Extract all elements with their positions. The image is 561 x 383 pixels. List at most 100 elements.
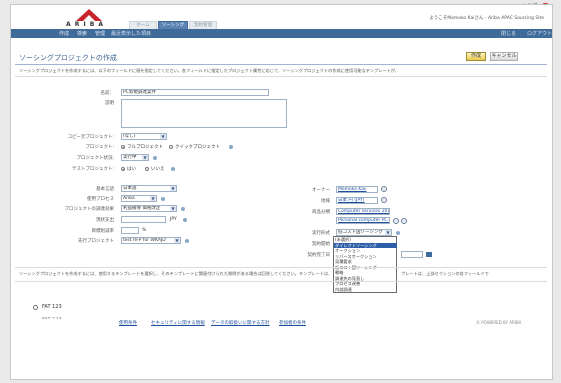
tab-home[interactable]: ホーム xyxy=(129,21,157,29)
radio-test-yes[interactable] xyxy=(121,167,125,171)
test-no-label: いいえ xyxy=(151,167,165,172)
full-project-label: フルプロジェクト xyxy=(127,145,163,150)
dropdown-option[interactable]: 内部調達 xyxy=(334,287,397,293)
create-button[interactable]: 作成 xyxy=(466,52,486,61)
target-input[interactable] xyxy=(121,227,139,234)
nav-close[interactable]: 閉じる xyxy=(501,30,516,37)
radio-full-project[interactable] xyxy=(121,145,125,149)
base-language-label: 基本言語 xyxy=(96,187,114,192)
execution-label: 実行形式 xyxy=(312,231,330,236)
info-icon[interactable] xyxy=(183,218,187,222)
copy-select[interactable]: (なし) ▼ xyxy=(121,133,167,140)
chevron-down-icon: ▼ xyxy=(385,230,391,235)
region-field[interactable]: 日本 円 (JPY) xyxy=(336,197,378,204)
template-section-text: ソーシングプロジェクトを作成するには、使用するテンプレートを選択し、そのテンプレ… xyxy=(19,271,331,276)
welcome-text: ようこそMomoko Kaiさん - Ariba APAC Sourcing S… xyxy=(429,16,544,21)
info-icon[interactable] xyxy=(181,207,185,211)
nav-create[interactable]: 作成 xyxy=(59,30,69,37)
header: A R I B A ホーム ソーシング 契約管理 ようこそMomoko Kaiさ… xyxy=(11,5,552,29)
commodity-label: 商品分類 xyxy=(312,210,330,215)
commodity-picker-icon[interactable]: ◦ xyxy=(393,218,399,224)
info-icon[interactable] xyxy=(229,145,233,149)
tab-contract[interactable]: 契約管理 xyxy=(189,21,217,29)
benefit-label: プロジェクトの調達効果 xyxy=(64,207,115,212)
chevron-down-icon: ▼ xyxy=(170,186,176,191)
predecessor-label: 先行プロジェクト xyxy=(78,239,114,244)
execution-dropdown-menu[interactable]: (未選択) ダイレクトソーシング オークション リバースオークション 見積要求 … xyxy=(333,236,397,293)
cancel-button[interactable]: キャンセル xyxy=(490,52,518,61)
intro-divider xyxy=(15,76,547,77)
start-label: 契約開始 xyxy=(312,242,330,247)
base-language-select[interactable]: 日本語 ▼ xyxy=(121,185,177,192)
execution-select-value: 低コスト国ソーシング xyxy=(338,230,383,235)
baseline-currency: JPY xyxy=(170,217,177,222)
baseline-input[interactable] xyxy=(121,216,166,223)
calendar-icon[interactable] xyxy=(426,252,432,257)
benefit-select[interactable]: 利益確保 価格改定 ▼ xyxy=(121,205,177,212)
info-icon[interactable] xyxy=(396,231,400,235)
project-label: プロジェクト: xyxy=(85,145,114,150)
due-label: 契約完了日 xyxy=(307,253,331,258)
template-radio[interactable] xyxy=(33,305,38,310)
logo-text: A R I B A xyxy=(66,21,105,28)
radio-test-no[interactable] xyxy=(145,167,149,171)
radio-quick-project[interactable] xyxy=(169,145,173,149)
footer-link-participant[interactable]: 参加者の条件 xyxy=(279,320,306,326)
nav-search[interactable]: 検索 xyxy=(77,30,87,37)
template-label: FAT 123 xyxy=(42,304,62,310)
template-section-text-tail: プレートは、上部セクションの各フィールドで xyxy=(401,271,489,276)
chevron-down-icon: ▼ xyxy=(170,206,176,211)
description-label: 説明 xyxy=(105,101,114,106)
benefit-select-value: 利益確保 価格改定 xyxy=(123,206,161,211)
commodity-field-1[interactable]: Computer services 2011 xyxy=(336,208,390,215)
screen: ヘルプ ▾ A R I B A ホーム ソーシング 契約管理 ようこそMomok… xyxy=(0,0,561,383)
process-label: 使用プロセス xyxy=(87,197,114,202)
status-select[interactable]: 実行中 ▼ xyxy=(121,154,149,161)
copy-label: コピー元プロジェクト: xyxy=(67,135,114,140)
info-icon[interactable] xyxy=(153,156,157,160)
predecessor-select-value: test RFP for WKAJD xyxy=(123,238,166,243)
description-textarea[interactable] xyxy=(121,99,287,128)
page-title: ソーシングプロジェクトの作成 xyxy=(19,54,117,62)
region-picker-icon[interactable]: ◦ xyxy=(381,197,387,203)
process-select[interactable]: Ariba ▼ xyxy=(121,195,157,202)
target-label: 目標削減率 xyxy=(91,229,115,234)
name-input[interactable]: PC新規調達案件 xyxy=(121,89,269,96)
chevron-down-icon: ▼ xyxy=(150,196,156,201)
powered-by: © POWERED BY ARIBA xyxy=(476,320,522,325)
target-unit: % xyxy=(142,228,147,233)
footer-link-security[interactable]: セキュリティに関する情報 xyxy=(151,320,205,326)
test-label: テストプロジェクト: xyxy=(71,167,114,172)
info-icon[interactable] xyxy=(161,197,165,201)
template-divider-2 xyxy=(15,281,547,282)
due-date-input[interactable] xyxy=(401,251,423,258)
base-language-value: 日本語 xyxy=(123,186,137,191)
commodity-add-icon[interactable]: ◦ xyxy=(401,218,407,224)
footer: 使用条件 セキュリティに関する情報 データの取扱いに関する方針 参加者の条件 ©… xyxy=(11,319,552,327)
owner-picker-icon[interactable]: ◦ xyxy=(381,186,387,192)
process-select-value: Ariba xyxy=(123,196,135,201)
commodity-field-2[interactable]: Personal computer PC.app xyxy=(336,217,390,224)
footer-link-privacy[interactable]: データの取扱いに関する方針 xyxy=(211,320,270,326)
test-yes-label: はい xyxy=(127,167,136,172)
info-icon[interactable] xyxy=(171,167,175,171)
predecessor-select[interactable]: test RFP for WKAJD ▼ xyxy=(121,237,181,244)
nav-logout[interactable]: ログアウト xyxy=(527,30,552,37)
chevron-down-icon: ▼ xyxy=(142,155,148,160)
footer-link-terms[interactable]: 使用条件 xyxy=(119,320,137,326)
navbar: 作成 検索 管理 最近表示した項目 閉じる ログアウト xyxy=(11,29,552,38)
chevron-down-icon: ▼ xyxy=(174,238,180,243)
nav-recent[interactable]: 最近表示した項目 xyxy=(111,30,151,37)
status-label: プロジェクト状況: xyxy=(76,156,114,161)
intro-text: ソーシングプロジェクトを作成するには、以下のフィールドに値を指定してください。各… xyxy=(19,68,400,73)
quick-project-label: クイックプロジェクト xyxy=(175,145,220,150)
owner-field[interactable]: Momoko Kaii xyxy=(336,186,378,193)
tab-sourcing[interactable]: ソーシング xyxy=(158,21,188,29)
info-icon[interactable] xyxy=(185,239,189,243)
name-label: 名前： xyxy=(100,91,115,96)
nav-manage[interactable]: 管理 xyxy=(95,30,105,37)
execution-select[interactable]: 低コスト国ソーシング ▼ xyxy=(336,229,392,236)
template-divider xyxy=(15,267,547,268)
region-label: 地域 xyxy=(321,199,330,204)
app-window: A R I B A ホーム ソーシング 契約管理 ようこそMomoko Kaiさ… xyxy=(10,4,553,380)
